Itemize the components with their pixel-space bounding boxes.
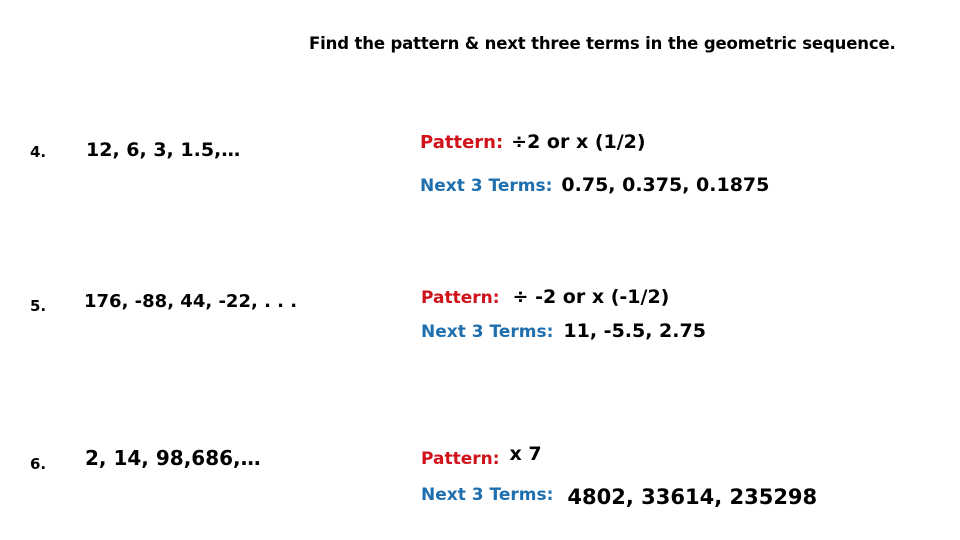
pattern-answer-line: Pattern: x 7 [421,443,542,469]
problem-number: 5. [30,297,47,315]
pattern-value: x 7 [509,443,542,465]
pattern-answer-line: Pattern: ÷ -2 or x (-1/2) [421,286,669,308]
next-terms-answer-line: Next 3 Terms: 0.75, 0.375, 0.1875 [420,174,769,196]
next-terms-value: 4802, 33614, 235298 [567,485,818,509]
worksheet-page: Find the pattern & next three terms in t… [0,0,960,540]
pattern-label: Pattern: [421,449,500,469]
pattern-label: Pattern: [421,288,500,308]
pattern-value: ÷2 or x (1/2) [511,131,646,153]
next-terms-value: 0.75, 0.375, 0.1875 [561,174,770,196]
next-terms-value: 11, -5.5, 2.75 [563,320,706,342]
next-terms-answer-line: Next 3 Terms: 4802, 33614, 235298 [421,481,817,509]
problem-number: 4. [30,143,47,161]
next-terms-answer-line: Next 3 Terms: 11, -5.5, 2.75 [421,320,706,342]
pattern-label: Pattern: [420,132,504,153]
next-terms-label: Next 3 Terms: [421,322,554,342]
problem-sequence: 12, 6, 3, 1.5,… [86,139,241,161]
pattern-answer-line: Pattern: ÷2 or x (1/2) [420,131,646,153]
problem-sequence: 2, 14, 98,686,… [85,446,261,470]
problem-number: 6. [30,455,47,473]
next-terms-label: Next 3 Terms: [420,176,553,196]
pattern-value: ÷ -2 or x (-1/2) [512,286,670,308]
page-title: Find the pattern & next three terms in t… [309,34,896,53]
next-terms-label: Next 3 Terms: [421,485,554,505]
problem-sequence: 176, -88, 44, -22, . . . [84,291,298,312]
